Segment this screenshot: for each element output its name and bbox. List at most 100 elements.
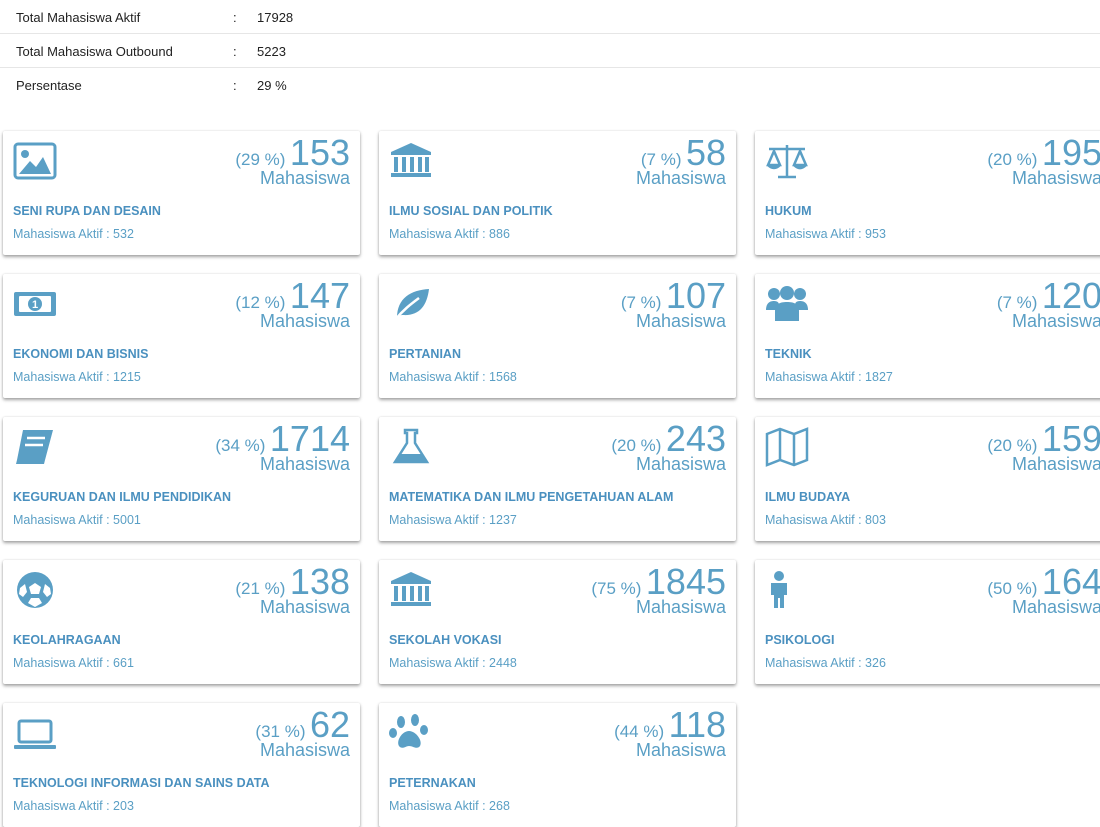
faculty-card[interactable]: (31 %) 62 Mahasiswa TEKNOLOGI INFORMASI DA… xyxy=(3,703,360,827)
card-stat: (29 %) 153 Mahasiswa xyxy=(235,134,350,188)
paw-icon xyxy=(389,713,433,753)
card-unit-label: Mahasiswa xyxy=(1011,168,1100,188)
summary-value: 17928 xyxy=(257,10,294,25)
card-outbound-count: 147 xyxy=(289,275,350,316)
card-outbound-count: 164 xyxy=(1041,561,1100,602)
card-unit-label: Mahasiswa xyxy=(259,454,350,474)
faculty-card[interactable]: (75 %) 1845 Mahasiswa SEKOLAH VOKASI Mahasi… xyxy=(379,560,736,684)
card-faculty-name[interactable]: PETERNAKAN xyxy=(389,776,476,790)
card-active-students: Mahasiswa Aktif : 203 xyxy=(13,799,134,813)
card-outbound-count: 118 xyxy=(668,704,726,745)
balance-scale-icon xyxy=(765,141,809,181)
card-percentage: (44 %) xyxy=(614,722,665,741)
card-percentage: (7 %) xyxy=(996,293,1038,312)
card-stat: (20 %) 243 Mahasiswa xyxy=(611,418,726,474)
card-outbound-count: 1714 xyxy=(269,418,350,459)
card-active-students: Mahasiswa Aktif : 803 xyxy=(765,513,886,527)
card-faculty-name[interactable]: PERTANIAN xyxy=(389,347,461,361)
summary-colon: : xyxy=(233,44,237,59)
card-percentage: (34 %) xyxy=(215,436,266,455)
summary-row-total-aktif: Total Mahasiswa Aktif : 17928 xyxy=(0,0,1100,34)
card-percentage: (29 %) xyxy=(235,150,286,169)
summary-label: Persentase xyxy=(16,78,82,93)
card-unit-label: Mahasiswa xyxy=(635,168,726,188)
card-outbound-count: 243 xyxy=(665,418,726,459)
card-faculty-name[interactable]: SEKOLAH VOKASI xyxy=(389,633,502,647)
card-unit-label: Mahasiswa xyxy=(1011,454,1100,474)
card-unit-label: Mahasiswa xyxy=(635,597,726,617)
card-active-students: Mahasiswa Aktif : 1215 xyxy=(13,370,141,384)
faculty-card[interactable]: (50 %) 164 Mahasiswa PSIKOLOGI Mahasiswa Ak… xyxy=(755,560,1100,684)
soccer-ball-icon xyxy=(13,570,57,610)
card-faculty-name[interactable]: EKONOMI DAN BISNIS xyxy=(13,347,148,361)
faculty-card[interactable]: (20 %) 243 Mahasiswa MATEMATIKA DAN ILMU P… xyxy=(379,417,736,541)
institution-icon xyxy=(389,141,433,181)
faculty-card[interactable]: (20 %) 195 Mahasiswa HUKUM Mahasiswa Aktif … xyxy=(755,131,1100,255)
card-outbound-count: 107 xyxy=(665,275,726,316)
card-active-students: Mahasiswa Aktif : 1827 xyxy=(765,370,893,384)
faculty-card[interactable]: (7 %) 58 Mahasiswa ILMU SOSIAL DAN POLITIK… xyxy=(379,131,736,255)
flask-icon xyxy=(389,427,433,467)
card-stat: (7 %) 107 Mahasiswa xyxy=(620,275,726,331)
card-stat: (20 %) 195 Mahasiswa xyxy=(987,132,1100,188)
card-outbound-count: 159 xyxy=(1041,418,1100,459)
card-stat: (50 %) 164 Mahasiswa xyxy=(987,561,1100,617)
summary-row-persentase: Persentase : 29 % xyxy=(0,68,1100,101)
card-stat: (7 %) 120 Mahasiswa xyxy=(996,275,1100,331)
card-stat: (20 %) 159 Mahasiswa xyxy=(987,418,1100,474)
card-percentage: (50 %) xyxy=(987,579,1038,598)
faculty-card[interactable]: (44 %) 118 Mahasiswa PETERNAKAN Mahasiswa A… xyxy=(379,703,736,827)
card-faculty-name[interactable]: HUKUM xyxy=(765,204,812,218)
card-outbound-count: 120 xyxy=(1041,275,1100,316)
image-icon xyxy=(13,141,57,181)
card-unit-label: Mahasiswa xyxy=(259,311,350,331)
card-active-students: Mahasiswa Aktif : 326 xyxy=(765,656,886,670)
card-percentage: (21 %) xyxy=(235,579,286,598)
card-percentage: (7 %) xyxy=(640,150,682,169)
summary-label: Total Mahasiswa Outbound xyxy=(16,44,173,59)
faculty-card[interactable]: (21 %) 138 Mahasiswa KEOLAHRAGAAN Mahasiswa… xyxy=(3,560,360,684)
card-stat: (75 %) 1845 Mahasiswa xyxy=(591,563,726,617)
faculty-card[interactable]: (29 %) 153 Mahasiswa SENI RUPA DAN DESAIN M… xyxy=(3,131,360,255)
card-faculty-name[interactable]: ILMU SOSIAL DAN POLITIK xyxy=(389,204,553,218)
card-faculty-name[interactable]: MATEMATIKA DAN ILMU PENGETAHUAN ALAM xyxy=(389,490,673,504)
card-unit-label: Mahasiswa xyxy=(259,597,350,617)
card-outbound-count: 62 xyxy=(309,704,350,745)
card-active-students: Mahasiswa Aktif : 1568 xyxy=(389,370,517,384)
card-unit-label: Mahasiswa xyxy=(635,311,726,331)
card-faculty-name[interactable]: TEKNOLOGI INFORMASI DAN SAINS DATA xyxy=(13,776,269,790)
faculty-card[interactable]: 1 (12 %) 147 Mahasiswa EKONOMI DAN BISNIS Ma… xyxy=(3,274,360,398)
money-icon: 1 xyxy=(13,284,57,324)
card-faculty-name[interactable]: SENI RUPA DAN DESAIN xyxy=(13,204,161,218)
card-active-students: Mahasiswa Aktif : 886 xyxy=(389,227,510,241)
card-active-students: Mahasiswa Aktif : 532 xyxy=(13,227,134,241)
faculty-card[interactable]: (7 %) 120 Mahasiswa TEKNIK Mahasiswa Aktif … xyxy=(755,274,1100,398)
card-active-students: Mahasiswa Aktif : 2448 xyxy=(389,656,517,670)
card-active-students: Mahasiswa Aktif : 268 xyxy=(389,799,510,813)
card-percentage: (7 %) xyxy=(620,293,662,312)
card-stat: (7 %) 58 Mahasiswa xyxy=(635,132,726,188)
card-outbound-count: 58 xyxy=(685,132,726,173)
map-icon xyxy=(765,427,809,467)
card-stat: (31 %) 62 Mahasiswa xyxy=(255,704,350,760)
institution-icon xyxy=(389,570,433,610)
card-outbound-count: 195 xyxy=(1041,132,1100,173)
faculty-card[interactable]: (34 %) 1714 Mahasiswa KEGURUAN DAN ILMU PE… xyxy=(3,417,360,541)
summary-row-total-outbound: Total Mahasiswa Outbound : 5223 xyxy=(0,34,1100,68)
card-active-students: Mahasiswa Aktif : 661 xyxy=(13,656,134,670)
svg-text:1: 1 xyxy=(32,299,38,311)
card-faculty-name[interactable]: KEOLAHRAGAAN xyxy=(13,633,121,647)
card-unit-label: Mahasiswa xyxy=(259,168,350,188)
summary-label: Total Mahasiswa Aktif xyxy=(16,10,141,25)
card-faculty-name[interactable]: ILMU BUDAYA xyxy=(765,490,850,504)
card-faculty-name[interactable]: KEGURUAN DAN ILMU PENDIDIKAN xyxy=(13,490,231,504)
faculty-card[interactable]: (20 %) 159 Mahasiswa ILMU BUDAYA Mahasiswa … xyxy=(755,417,1100,541)
card-percentage: (31 %) xyxy=(255,722,306,741)
faculty-card[interactable]: (7 %) 107 Mahasiswa PERTANIAN Mahasiswa Akt… xyxy=(379,274,736,398)
card-faculty-name[interactable]: PSIKOLOGI xyxy=(765,633,834,647)
card-unit-label: Mahasiswa xyxy=(635,454,726,474)
card-active-students: Mahasiswa Aktif : 953 xyxy=(765,227,886,241)
summary-colon: : xyxy=(233,78,237,93)
card-faculty-name[interactable]: TEKNIK xyxy=(765,347,812,361)
users-icon xyxy=(765,284,809,324)
